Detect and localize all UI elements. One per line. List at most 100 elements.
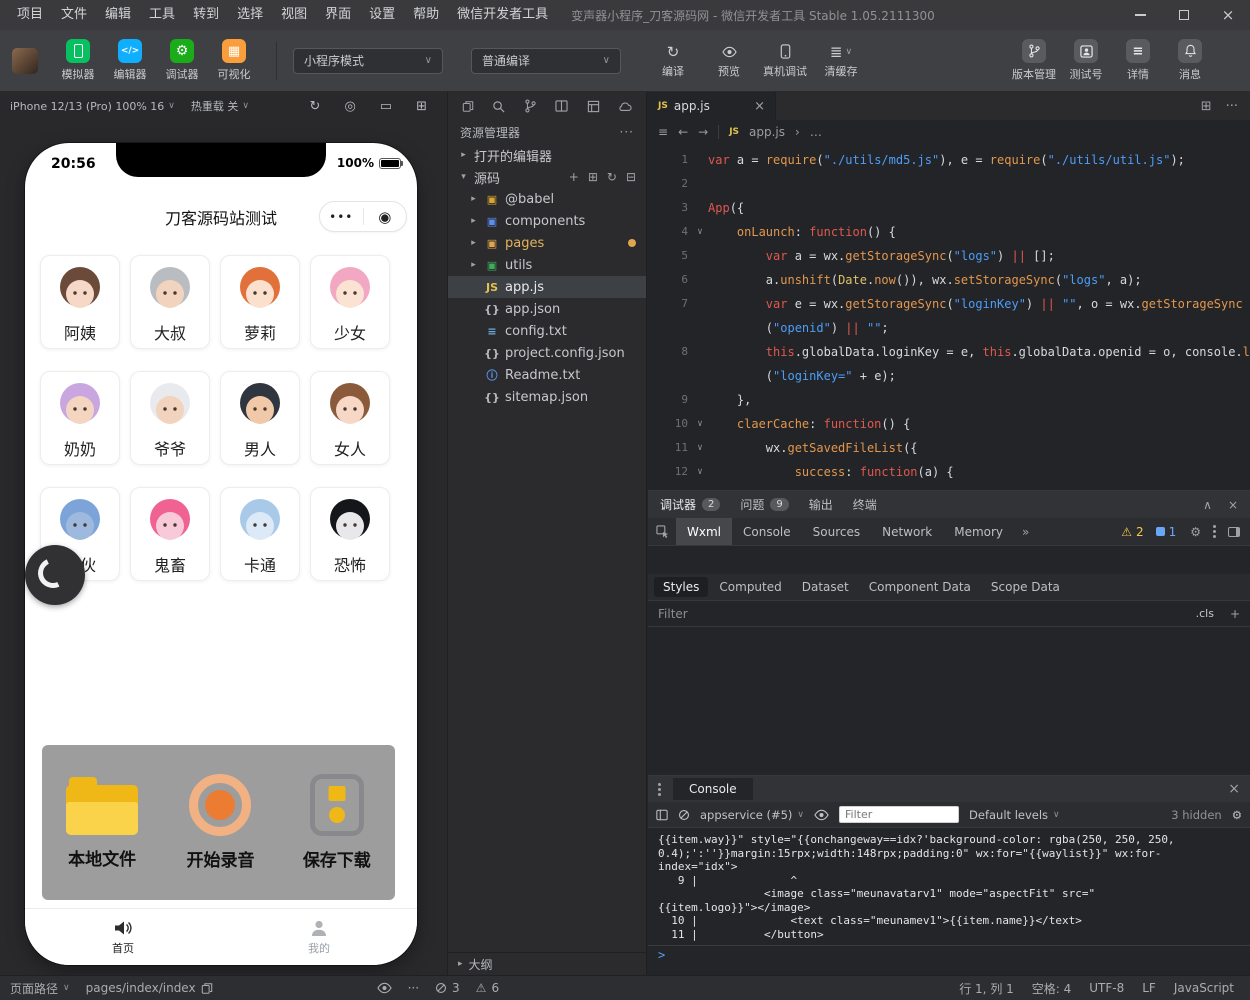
status-item[interactable]: JavaScript	[1174, 980, 1234, 997]
tree-item[interactable]: ▾ 源码 + ⊞ ↻ ⊟	[448, 166, 646, 188]
local-file-button[interactable]: 本地文件	[66, 775, 139, 870]
info-badge[interactable]: 1	[1155, 525, 1176, 539]
collapse-all-icon[interactable]: ⊟	[626, 170, 636, 184]
capsule-home-button[interactable]: ◉	[364, 208, 407, 226]
preview-button[interactable]: 预览	[703, 43, 755, 79]
editor-button[interactable]: </> 编辑器	[104, 39, 156, 82]
eye-icon[interactable]	[814, 809, 829, 821]
save-download-button[interactable]: 保存下载	[303, 774, 371, 871]
code-area[interactable]: 1 var a = require("./utils/md5.js"), e = …	[648, 144, 1250, 484]
menu-item[interactable]: 设置	[360, 0, 404, 30]
page-path-value[interactable]: pages/index/index	[86, 981, 213, 995]
clear-console-icon[interactable]	[678, 809, 690, 821]
log-levels-select[interactable]: Default levels ∨	[969, 808, 1060, 822]
panel-tab-4[interactable]: 终端	[853, 496, 877, 513]
voice-card[interactable]: 爷爷	[130, 371, 210, 465]
fold-icon[interactable]: ∨	[692, 460, 708, 484]
styles-tab-component-data[interactable]: Component Data	[860, 577, 980, 597]
voice-card[interactable]: 卡通	[220, 487, 300, 581]
menu-item[interactable]: 文件	[52, 0, 96, 30]
devtools-tab-wxml[interactable]: Wxml	[676, 518, 732, 545]
status-item[interactable]: 行 1, 列 1	[959, 980, 1014, 997]
copy-icon[interactable]	[462, 100, 474, 113]
voice-card[interactable]: 恐怖	[310, 487, 390, 581]
eye-icon[interactable]	[376, 982, 392, 994]
kebab-menu-icon[interactable]	[1213, 525, 1216, 528]
devtools-tab-console[interactable]: Console	[732, 518, 802, 545]
styles-filter-input[interactable]	[658, 606, 1188, 621]
voice-card[interactable]: 萝莉	[220, 255, 300, 349]
menu-item[interactable]: 帮助	[404, 0, 448, 30]
new-folder-icon[interactable]: ⊞	[588, 170, 598, 184]
voice-card[interactable]: 鬼畜	[130, 487, 210, 581]
user-avatar[interactable]	[12, 47, 38, 74]
tab-home[interactable]: 首页	[25, 909, 221, 965]
editor-more-icon[interactable]: ···	[1226, 99, 1238, 114]
voice-card[interactable]: 男人	[220, 371, 300, 465]
warning-count-badge[interactable]: ⚠ 6	[476, 981, 499, 995]
compile-mode-select[interactable]: 普通编译 ∨	[471, 47, 621, 74]
panel-tab-2[interactable]: 问题 9	[740, 496, 789, 513]
dock-side-icon[interactable]	[1228, 526, 1240, 537]
version-manage-button[interactable]: 版本管理	[1008, 39, 1060, 82]
menu-item[interactable]: 转到	[184, 0, 228, 30]
outline-section[interactable]: ▸ 大纲	[448, 952, 646, 975]
menu-item[interactable]: 界面	[316, 0, 360, 30]
devtools-tab-network[interactable]: Network	[871, 518, 943, 545]
pkg-icon[interactable]	[587, 100, 600, 113]
tab-mine[interactable]: 我的	[221, 909, 417, 965]
new-style-rule-icon[interactable]: +	[1230, 607, 1240, 621]
console-settings-icon[interactable]: ⚙	[1232, 808, 1242, 822]
styles-tab-styles[interactable]: Styles	[654, 577, 709, 597]
record-icon[interactable]: ◎	[344, 99, 355, 114]
visual-button[interactable]: ▦ 可视化	[208, 39, 260, 82]
status-item[interactable]: UTF-8	[1089, 980, 1124, 997]
more-tabs-icon[interactable]: »	[1014, 525, 1037, 539]
close-drawer-icon[interactable]: ×	[1228, 781, 1240, 797]
console-filter-input[interactable]	[839, 806, 960, 823]
floating-ball-button[interactable]	[25, 545, 85, 605]
close-panel-icon[interactable]: ×	[1228, 498, 1238, 512]
forward-icon[interactable]: →	[698, 125, 708, 139]
refresh-icon[interactable]: ↻	[607, 170, 617, 184]
close-tab-icon[interactable]: ×	[754, 99, 765, 114]
console-prompt[interactable]: >	[648, 945, 1250, 964]
hot-reload-toggle[interactable]: 热重载 关 ∨	[191, 98, 249, 114]
simulator-button[interactable]: 模拟器	[52, 39, 104, 82]
panel-tab-1[interactable]: 调试器 2	[660, 496, 721, 513]
messages-button[interactable]: 消息	[1164, 39, 1216, 82]
voice-card[interactable]: 少女	[310, 255, 390, 349]
tree-item[interactable]: ▸ ▣ @babel	[448, 188, 646, 210]
menu-item[interactable]: 工具	[140, 0, 184, 30]
collapse-panel-icon[interactable]: ∧	[1203, 498, 1212, 512]
close-button[interactable]: ×	[1206, 0, 1250, 30]
breadcrumb-file[interactable]: app.js	[749, 125, 785, 139]
tree-item[interactable]: {} project.config.json	[448, 342, 646, 364]
tree-item[interactable]: {} app.json	[448, 298, 646, 320]
split-icon[interactable]	[555, 100, 568, 112]
split-editor-icon[interactable]: ⊞	[1201, 99, 1212, 114]
devtools-tab-memory[interactable]: Memory	[943, 518, 1014, 545]
test-account-button[interactable]: 测试号	[1060, 39, 1112, 82]
minimize-button[interactable]	[1118, 0, 1162, 30]
styles-tab-scope-data[interactable]: Scope Data	[982, 577, 1069, 597]
wxml-tree-area[interactable]	[648, 546, 1250, 574]
styles-tab-computed[interactable]: Computed	[710, 577, 790, 597]
details-button[interactable]: ≡ 详情	[1112, 39, 1164, 82]
panel-tab-3[interactable]: 输出	[809, 496, 833, 513]
menu-item[interactable]: 项目	[8, 0, 52, 30]
menu-item[interactable]: 编辑	[96, 0, 140, 30]
page-path-select[interactable]: 页面路径 ∨	[10, 980, 70, 997]
warning-badge[interactable]: ⚠ 2	[1121, 525, 1143, 539]
explorer-more-icon[interactable]: ···	[620, 125, 634, 139]
tree-item[interactable]: ≡ config.txt	[448, 320, 646, 342]
cls-toggle[interactable]: .cls	[1196, 607, 1214, 620]
back-icon[interactable]: ←	[678, 125, 688, 139]
status-item[interactable]: 空格: 4	[1032, 980, 1072, 997]
voice-card[interactable]: 大叔	[130, 255, 210, 349]
frame-icon[interactable]: ▭	[380, 99, 392, 114]
menu-item[interactable]: 微信开发者工具	[448, 0, 557, 30]
fold-icon[interactable]: ∨	[692, 220, 708, 244]
new-file-icon[interactable]: +	[569, 170, 579, 184]
drawer-menu-icon[interactable]	[658, 782, 661, 786]
